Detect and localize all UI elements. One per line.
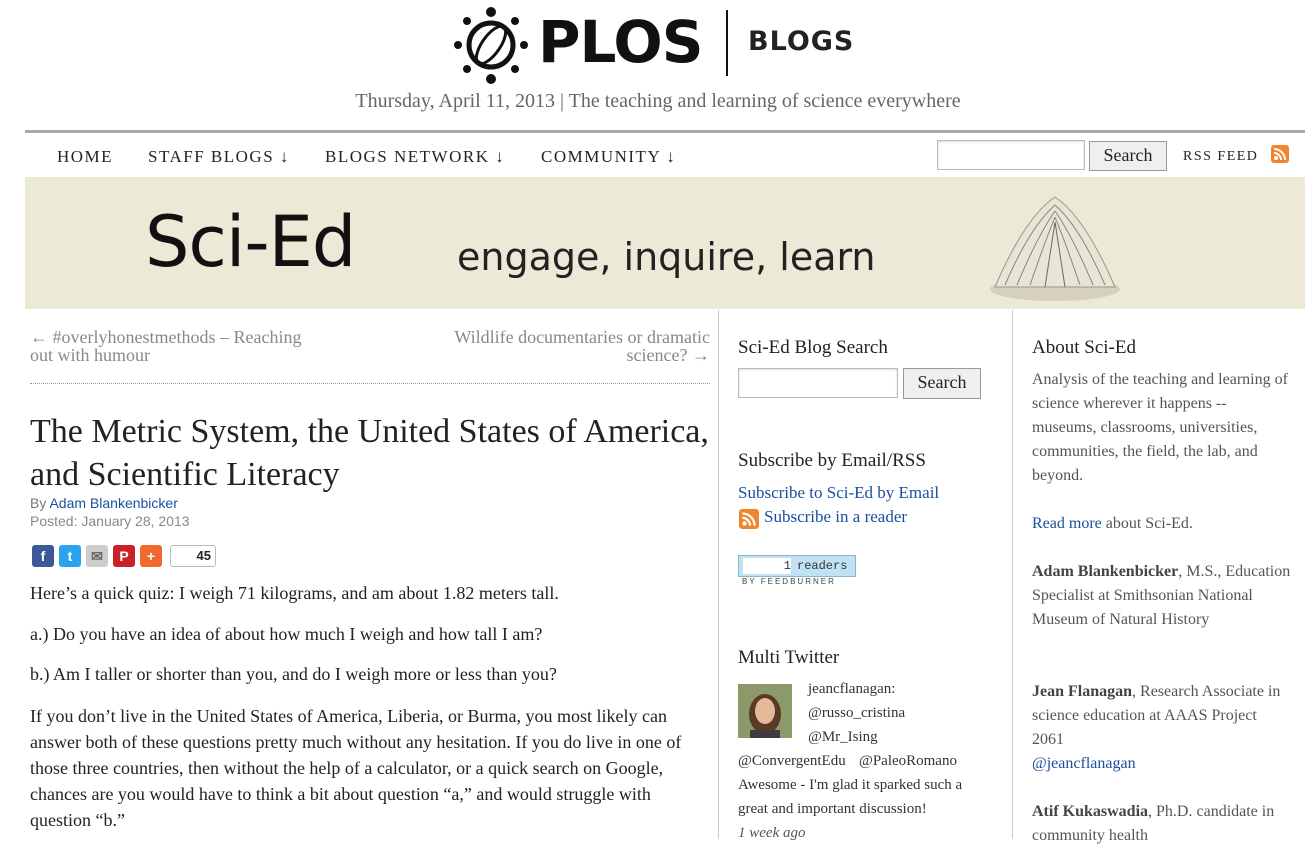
feedburner-credit: BY FEEDBURNER xyxy=(742,577,836,586)
post-nav-divider xyxy=(30,383,710,384)
blog-search-button[interactable]: Search xyxy=(903,368,981,399)
nav-item-home[interactable]: HOME xyxy=(57,147,113,167)
tweet-mention-link[interactable]: @PaleoRomano xyxy=(859,749,957,773)
plos-logo-icon[interactable] xyxy=(452,6,530,84)
blog-banner[interactable]: Sci-Ed engage, inquire, learn xyxy=(25,177,1305,309)
article-paragraph: b.) Am I taller or shorter than you, and… xyxy=(30,664,557,684)
read-more-suffix: about Sci-Ed. xyxy=(1101,515,1193,532)
tweet-text: Awesome - I'm glad it sparked such a xyxy=(738,777,963,793)
twitter-title: Multi Twitter xyxy=(738,647,840,668)
column-divider xyxy=(1012,310,1013,839)
author-name: Adam Blankenbicker xyxy=(1032,563,1179,580)
site-tagline: Thursday, April 11, 2013 | The teaching … xyxy=(355,90,961,112)
prev-line-2: out with humour xyxy=(30,345,150,365)
pinterest-share-icon[interactable]: P xyxy=(113,545,135,567)
next-line-2: science? → xyxy=(626,345,710,365)
author-link[interactable]: Adam Blankenbicker xyxy=(49,495,177,511)
main-nav: HOME STAFF BLOGS ↓ BLOGS NETWORK ↓ COMMU… xyxy=(25,130,1305,180)
author-bio: Atif Kukaswadia, Ph.D. candidate in comm… xyxy=(1032,800,1292,848)
banner-subtitle: engage, inquire, learn xyxy=(457,235,876,279)
article-paragraph: a.) Do you have an idea of about how muc… xyxy=(30,624,543,644)
feed-readers-box: 1 readers xyxy=(738,555,856,577)
column-divider xyxy=(718,310,719,839)
previous-post-link[interactable]: ← #overlyhonestmethods – Reaching out wi… xyxy=(30,328,360,364)
read-more-link[interactable]: Read more xyxy=(1032,515,1102,532)
avatar-image-icon xyxy=(738,684,792,738)
about-description: Analysis of the teaching and learning of… xyxy=(1032,371,1288,484)
subscribe-reader-link[interactable]: Subscribe in a reader xyxy=(764,507,907,527)
posted-date: Posted: January 28, 2013 xyxy=(30,513,190,529)
prev-line-1: ← #overlyhonestmethods – Reaching xyxy=(30,327,302,347)
open-book-image xyxy=(990,196,1120,301)
nav-search-input[interactable] xyxy=(937,140,1085,170)
read-more-line: Read more about Sci-Ed. xyxy=(1032,512,1292,536)
rss-icon[interactable] xyxy=(739,509,759,529)
author-name: Atif Kukaswadia xyxy=(1032,803,1149,820)
blog-search-input[interactable] xyxy=(738,368,898,398)
subscribe-title: Subscribe by Email/RSS xyxy=(738,450,926,471)
plos-logo-text[interactable]: PLOS xyxy=(538,6,703,78)
author-bio: Adam Blankenbicker, M.S., Education Spec… xyxy=(1032,560,1292,632)
nav-item-staff-blogs[interactable]: STAFF BLOGS ↓ xyxy=(148,147,290,167)
nav-item-community[interactable]: COMMUNITY ↓ xyxy=(541,147,676,167)
byline-label: By xyxy=(30,495,47,511)
rss-icon[interactable] xyxy=(1271,145,1289,163)
blog-search-title: Sci-Ed Blog Search xyxy=(738,337,888,358)
feedburner-badge[interactable]: 1 readers BY FEEDBURNER xyxy=(738,555,856,589)
tweet-mention-link[interactable]: @Mr_Ising xyxy=(808,725,878,749)
about-title: About Sci-Ed xyxy=(1032,337,1136,358)
tweet-mention-link[interactable]: @ConvergentEdu xyxy=(738,749,846,773)
feed-readers-count: 1 xyxy=(743,558,791,574)
byline: By Adam Blankenbicker xyxy=(30,495,178,511)
tweet-mention-link[interactable]: @russo_cristina xyxy=(808,701,905,725)
nav-item-blogs-network[interactable]: BLOGS NETWORK ↓ xyxy=(325,147,505,167)
banner-title: Sci-Ed xyxy=(145,201,356,283)
next-post-link[interactable]: Wildlife documentaries or dramatic scien… xyxy=(395,328,710,364)
share-count: 45 xyxy=(170,545,216,567)
facebook-share-icon[interactable]: f xyxy=(32,545,54,567)
tweet-user-link[interactable]: jeancflanagan: xyxy=(808,677,895,701)
twitter-share-icon[interactable]: t xyxy=(59,545,81,567)
nav-search-button[interactable]: Search xyxy=(1089,141,1167,171)
author-name: Jean Flanagan xyxy=(1032,683,1133,700)
tweet-time-link[interactable]: 1 week ago xyxy=(738,821,805,845)
feed-readers-label: readers xyxy=(797,559,848,573)
tweet-text: great and important discussion! xyxy=(738,801,927,817)
author-twitter-link[interactable]: @jeancflanagan xyxy=(1032,755,1136,772)
subscribe-email-link[interactable]: Subscribe to Sci-Ed by Email xyxy=(738,483,939,503)
next-line-1: Wildlife documentaries or dramatic xyxy=(454,327,710,347)
site-header: PLOS BLOGS xyxy=(0,0,1316,90)
article-title: The Metric System, the United States of … xyxy=(30,413,709,493)
blogs-logo-text[interactable]: BLOGS xyxy=(748,26,854,57)
author-bio: Jean Flanagan, Research Associate in sci… xyxy=(1032,680,1292,776)
avatar[interactable] xyxy=(738,684,792,738)
logo-divider xyxy=(726,10,728,76)
article-paragraph: If you don’t live in the United States o… xyxy=(30,706,682,830)
more-share-icon[interactable]: + xyxy=(140,545,162,567)
article-paragraph: Here’s a quick quiz: I weigh 71 kilogram… xyxy=(30,583,559,603)
rss-feed-link[interactable]: RSS FEED xyxy=(1183,149,1258,165)
email-share-icon[interactable]: ✉ xyxy=(86,545,108,567)
